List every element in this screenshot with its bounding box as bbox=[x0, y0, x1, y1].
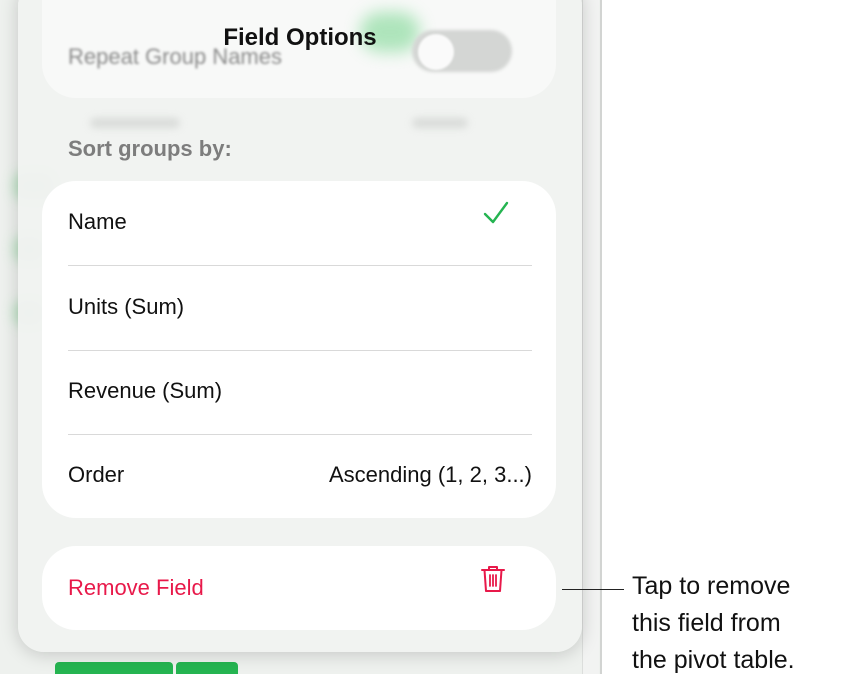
sheet-title: Field Options bbox=[223, 24, 377, 51]
callout-line: this field from bbox=[632, 609, 781, 637]
callout-text: Tap to remove this field from the pivot … bbox=[632, 568, 837, 674]
callout-line: the pivot table. bbox=[632, 646, 795, 674]
sort-option-revenue[interactable]: Revenue (Sum) bbox=[68, 350, 532, 434]
trash-icon bbox=[481, 566, 505, 592]
callout-leader-line bbox=[562, 589, 624, 590]
sort-option-name[interactable]: Name bbox=[68, 181, 532, 265]
callout-line: Tap to remove bbox=[632, 572, 791, 600]
order-value: Ascending (1, 2, 3...) bbox=[329, 462, 532, 487]
stage: Repeat Group Names Field Options Sort gr… bbox=[0, 0, 842, 674]
sort-options-card: Name Units (Sum) Revenue (Sum) Order Asc… bbox=[42, 181, 556, 518]
sort-option-label: Units (Sum) bbox=[68, 294, 185, 319]
faded-background-text bbox=[412, 118, 468, 128]
sort-option-units[interactable]: Units (Sum) bbox=[68, 266, 532, 350]
sort-option-label: Revenue (Sum) bbox=[68, 378, 223, 403]
background-tab-bar bbox=[55, 662, 173, 674]
checkmark-icon bbox=[483, 201, 509, 224]
background-tab-bar bbox=[176, 662, 238, 674]
screen-edge bbox=[582, 0, 599, 674]
sort-option-label: Name bbox=[68, 209, 127, 234]
remove-field-label: Remove Field bbox=[68, 575, 204, 600]
remove-field-button[interactable]: Remove Field bbox=[42, 546, 556, 630]
sort-groups-heading: Sort groups by: bbox=[68, 136, 232, 161]
order-label: Order bbox=[68, 462, 125, 487]
faded-background-text bbox=[90, 118, 180, 128]
device-screen: Repeat Group Names Field Options Sort gr… bbox=[0, 0, 602, 674]
sort-order-row[interactable]: Order Ascending (1, 2, 3...) bbox=[68, 434, 532, 518]
